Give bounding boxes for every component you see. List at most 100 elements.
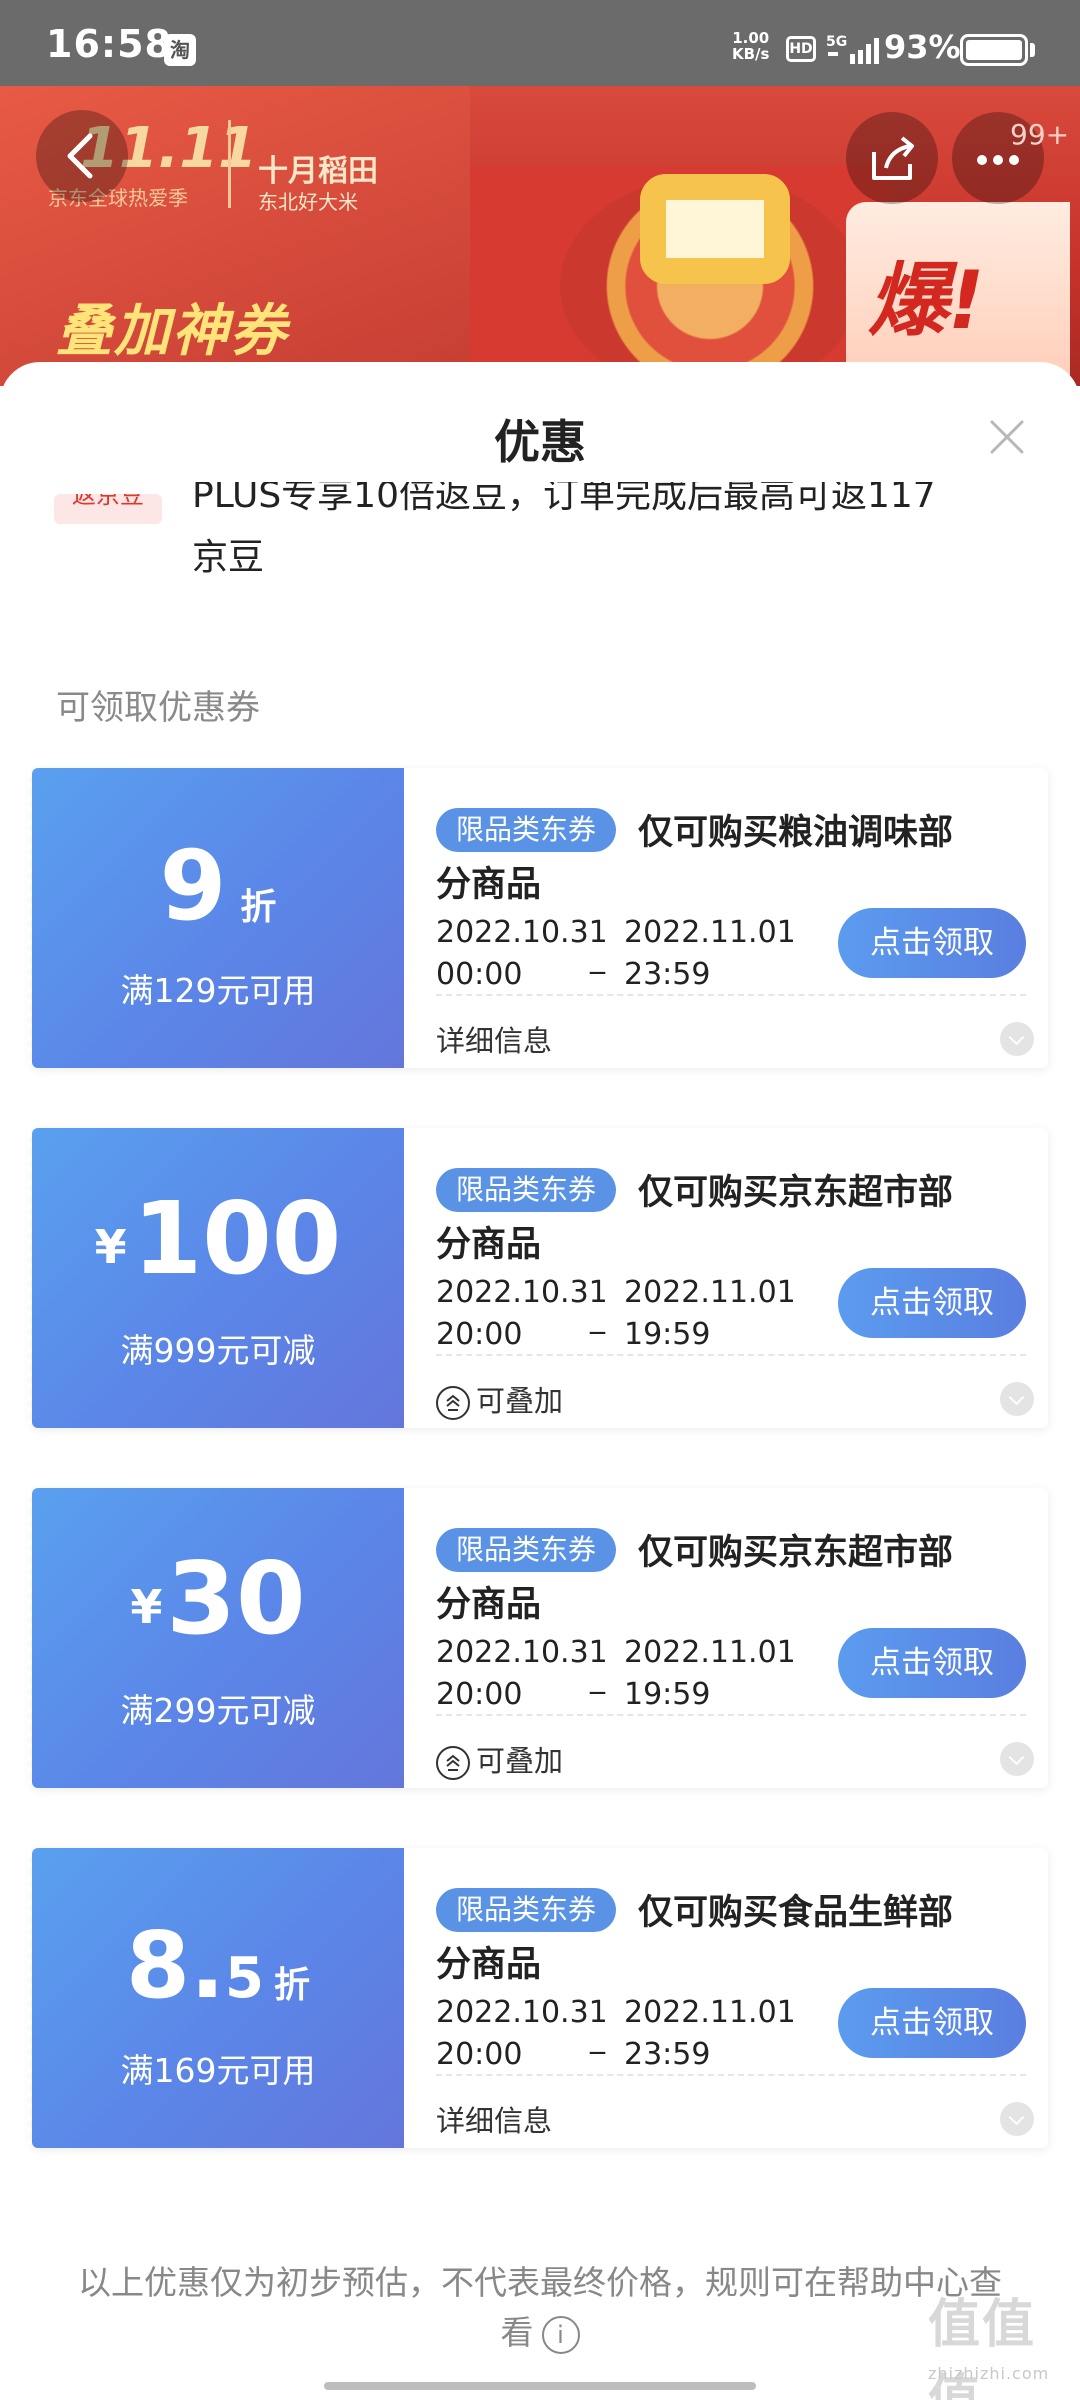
coupon-value-unit: 折 bbox=[273, 1965, 310, 2006]
section-title-coupons: 可领取优惠券 bbox=[56, 688, 260, 728]
coupon-value-main: 30 bbox=[166, 1540, 306, 1657]
coupon-divider bbox=[436, 1714, 1026, 1716]
coupon-end-date: 2022.11.01 bbox=[624, 1635, 796, 1670]
chevron-down-icon[interactable] bbox=[1000, 1742, 1034, 1776]
coupon-value-panel: ¥100 满999元可减 bbox=[28, 1128, 404, 1428]
coupon-details-link[interactable]: 详细信息 bbox=[436, 2098, 552, 2140]
coupon-details: 限品类东券 仅可购买京东超市部 分商品 2022.10.31 20:00 _ 2… bbox=[404, 1128, 1048, 1428]
coupon-condition: 满299元可减 bbox=[120, 1691, 316, 1730]
coupon-condition: 满129元可用 bbox=[120, 971, 316, 1010]
share-button[interactable] bbox=[846, 112, 938, 204]
jingdou-tag-label: 返京豆 bbox=[72, 494, 144, 509]
coupon-value: 9折 bbox=[32, 830, 404, 942]
network-speed-unit: KB/s bbox=[732, 45, 770, 63]
coupon-currency-symbol: ¥ bbox=[94, 1220, 127, 1274]
coupon-end-date: 2022.11.01 bbox=[624, 1995, 796, 2030]
coupon-stackable-label: 可叠加 bbox=[476, 1744, 564, 1778]
coupon-start-date: 2022.10.31 bbox=[436, 1995, 608, 2030]
coupon-start-time: 20:00 bbox=[436, 1677, 523, 1712]
jingdou-tag: 返京豆 bbox=[54, 494, 162, 524]
coupon-value-main: 9 bbox=[159, 830, 227, 942]
rice-bag-handle-image bbox=[640, 174, 790, 284]
coupon-card: 9折 满129元可用 限品类东券 仅可购买粮油调味部 分商品 2022.10.3… bbox=[28, 768, 1048, 1068]
chevron-down-icon[interactable] bbox=[1000, 2102, 1034, 2136]
coupon-start: 2022.10.31 20:00 bbox=[436, 1992, 608, 2076]
coupon-divider bbox=[436, 1354, 1026, 1356]
coupon-end: 2022.11.01 23:59 bbox=[624, 912, 796, 996]
coupon-value-unit: 折 bbox=[240, 887, 277, 928]
coupon-end-date: 2022.11.01 bbox=[624, 1275, 796, 1310]
chevron-left-icon bbox=[67, 133, 93, 179]
coupon-title-line1: 仅可购买粮油调味部 bbox=[638, 813, 954, 853]
claim-coupon-button[interactable]: 点击领取 bbox=[838, 1628, 1026, 1698]
coupon-stackable: 可叠加 bbox=[436, 1738, 563, 1780]
coupon-title-line1: 仅可购买食品生鲜部 bbox=[638, 1893, 954, 1933]
coupon-category-tag: 限品类东券 bbox=[436, 1888, 617, 1932]
coupon-start-date: 2022.10.31 bbox=[436, 915, 608, 950]
coupon-value-panel: 9折 满129元可用 bbox=[28, 768, 404, 1068]
coupon-value-main: 8. bbox=[126, 1912, 225, 2019]
message-count-badge: 99+ bbox=[1010, 118, 1070, 151]
banner-brand2: 十月稻田 bbox=[258, 154, 378, 189]
coupon-value-minor: 5 bbox=[224, 1946, 264, 2011]
date-separator: _ bbox=[590, 1660, 605, 1695]
coupon-title-line1: 仅可购买京东超市部 bbox=[638, 1173, 954, 1213]
coupon-divider bbox=[436, 994, 1026, 996]
coupon-end-date: 2022.11.01 bbox=[624, 915, 796, 950]
coupon-title-line1: 仅可购买京东超市部 bbox=[638, 1533, 954, 1573]
coupon-start-date: 2022.10.31 bbox=[436, 1275, 608, 1310]
coupon-currency-symbol: ¥ bbox=[130, 1580, 163, 1634]
coupon-value-main: 100 bbox=[132, 1180, 342, 1297]
coupon-title-line2: 分商品 bbox=[436, 1225, 542, 1265]
coupon-condition: 满999元可减 bbox=[120, 1331, 316, 1370]
chevron-down-icon[interactable] bbox=[1000, 1022, 1034, 1056]
sheet-title: 优惠 bbox=[494, 415, 586, 469]
coupon-end-time: 23:59 bbox=[624, 957, 711, 992]
home-indicator[interactable] bbox=[324, 2382, 756, 2390]
coupon-details-link[interactable]: 详细信息 bbox=[436, 1018, 552, 1060]
stackable-icon bbox=[436, 1386, 470, 1420]
back-button[interactable] bbox=[36, 110, 128, 202]
claim-coupon-button[interactable]: 点击领取 bbox=[838, 1988, 1026, 2058]
coupon-category-tag: 限品类东券 bbox=[436, 808, 617, 852]
taobao-notification-icon: 淘 bbox=[164, 34, 196, 66]
coupon-end-time: 19:59 bbox=[624, 1677, 711, 1712]
banner-hot-text: 爆! bbox=[868, 254, 985, 347]
coupon-title-line2: 分商品 bbox=[436, 1945, 542, 1985]
claim-coupon-button[interactable]: 点击领取 bbox=[838, 908, 1026, 978]
coupon-start-time: 20:00 bbox=[436, 1317, 523, 1352]
coupon-value-panel: ¥30 满299元可减 bbox=[28, 1488, 404, 1788]
watermark-url: zhizhizhi.com bbox=[928, 2364, 1050, 2383]
coupon-start-time: 00:00 bbox=[436, 957, 523, 992]
share-icon bbox=[872, 136, 914, 180]
chevron-down-icon[interactable] bbox=[1000, 1382, 1034, 1416]
date-separator: _ bbox=[590, 940, 605, 975]
date-separator: _ bbox=[590, 2020, 605, 2055]
coupon-divider bbox=[436, 2074, 1026, 2076]
coupon-condition: 满169元可用 bbox=[120, 2051, 316, 2090]
stackable-icon bbox=[436, 1746, 470, 1780]
coupon-value-panel: 8.5 折 满169元可用 bbox=[28, 1848, 404, 2148]
banner-slogan: 叠加神券 bbox=[56, 299, 288, 364]
battery-icon bbox=[960, 34, 1028, 66]
coupon-title-line2: 分商品 bbox=[436, 1585, 542, 1625]
network-speed: 1.00 KB/s bbox=[732, 30, 769, 62]
info-icon[interactable]: i bbox=[541, 2315, 580, 2354]
coupon-end: 2022.11.01 19:59 bbox=[624, 1632, 796, 1716]
claim-coupon-button[interactable]: 点击领取 bbox=[838, 1268, 1026, 1338]
battery-percent: 93% bbox=[884, 28, 961, 66]
coupon-start-date: 2022.10.31 bbox=[436, 1635, 608, 1670]
plus-bean-text-line2: 京豆 bbox=[192, 537, 265, 578]
close-icon[interactable] bbox=[984, 414, 1030, 460]
coupon-end-time: 19:59 bbox=[624, 1317, 711, 1352]
coupon-value: 8.5 折 bbox=[32, 1912, 404, 2019]
date-separator: _ bbox=[590, 1300, 605, 1335]
battery-tip bbox=[1030, 43, 1035, 57]
coupon-start: 2022.10.31 20:00 bbox=[436, 1272, 608, 1356]
plus-bean-text: PLUS专享10倍返豆，订单完成后最高可返117 bbox=[192, 482, 1012, 512]
coupon-start: 2022.10.31 00:00 bbox=[436, 912, 608, 996]
status-time: 16:58 bbox=[46, 22, 172, 66]
svg-text:5G: 5G bbox=[826, 34, 847, 50]
coupon-card: ¥30 满299元可减 限品类东券 仅可购买京东超市部 分商品 2022.10.… bbox=[28, 1488, 1048, 1788]
status-bar: 16:58 淘 1.00 KB/s HD 5G 93% bbox=[0, 0, 1080, 86]
